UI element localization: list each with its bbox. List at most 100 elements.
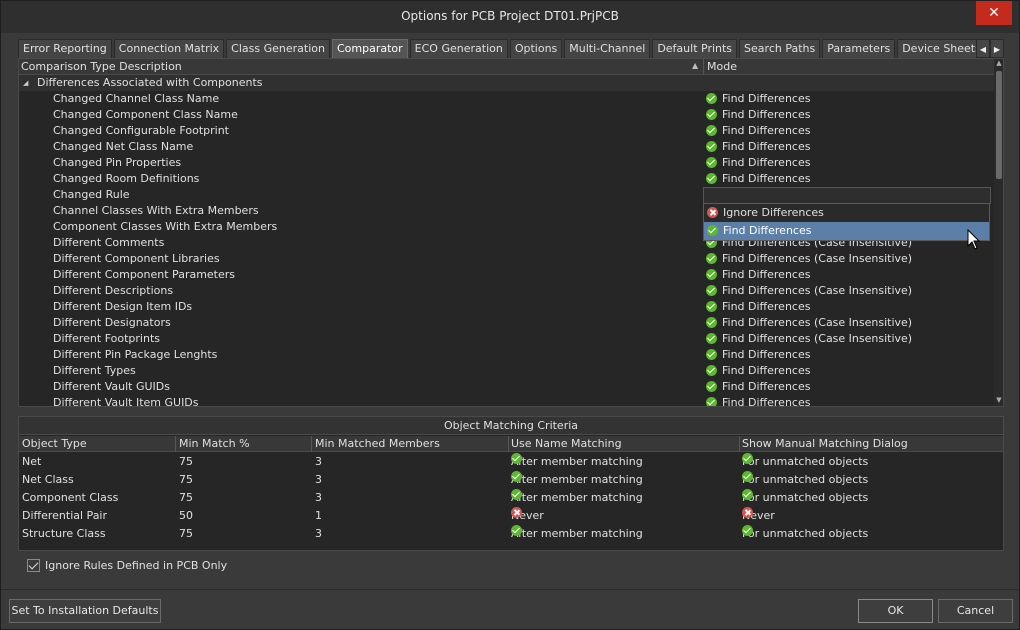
tab-comparator[interactable]: Comparator <box>331 39 408 58</box>
comparison-mode[interactable]: Find Differences (Case Insensitive) <box>706 315 912 331</box>
min-members-cell[interactable]: 3 <box>315 525 322 543</box>
tab-options[interactable]: Options <box>509 39 563 58</box>
tab-scroll-right-icon[interactable]: ▶ <box>990 39 1004 58</box>
manual-dialog-cell[interactable]: For unmatched objects <box>742 471 868 489</box>
cancel-button[interactable]: Cancel <box>938 599 1013 623</box>
tab-multi-channel[interactable]: Multi-Channel <box>564 39 651 58</box>
tab-device-sheets[interactable]: Device Sheets <box>897 39 986 58</box>
tab-search-paths[interactable]: Search Paths <box>739 39 821 58</box>
min-match-cell[interactable]: 50 <box>179 507 193 525</box>
comparison-row[interactable]: Different Component Libraries Find Differ… <box>19 251 994 267</box>
manual-dialog-cell[interactable]: Never <box>742 507 775 525</box>
comparison-mode[interactable]: Find Differences <box>706 91 810 107</box>
comparison-row[interactable]: Changed Pin Properties Find Differences <box>19 155 994 171</box>
scroll-thumb[interactable] <box>996 71 1002 179</box>
table-row[interactable]: Component Class 75 3 After member matching F… <box>19 489 1003 507</box>
checkbox-checked-icon[interactable] <box>27 559 40 572</box>
comparison-mode[interactable]: Find Differences <box>706 267 810 283</box>
table-row[interactable]: Differential Pair 50 1 Never Never <box>19 507 1003 525</box>
comparison-mode[interactable]: Find Differences (Case Insensitive) <box>706 331 912 347</box>
manual-dialog-cell[interactable]: For unmatched objects <box>742 525 868 543</box>
comparison-row[interactable]: Changed Room Definitions Find Differences <box>19 171 994 187</box>
column-divider[interactable] <box>311 436 312 452</box>
column-header-description[interactable]: Comparison Type Description <box>21 60 182 73</box>
comparison-row[interactable]: Different Design Item IDs Find Difference… <box>19 299 994 315</box>
group-row[interactable]: ◢ Differences Associated with Components <box>19 75 994 91</box>
collapse-triangle-icon[interactable]: ◢ <box>23 75 28 91</box>
comparison-mode[interactable]: Find Differences <box>706 123 810 139</box>
tab-connection-matrix[interactable]: Connection Matrix <box>113 39 225 58</box>
comparison-mode[interactable]: Find Differences (Case Insensitive) <box>706 251 912 267</box>
object-type-cell[interactable]: Net <box>22 453 41 471</box>
comparison-row[interactable]: Different Types Find Differences <box>19 363 994 379</box>
sort-ascending-icon[interactable]: ▲ <box>692 61 698 70</box>
set-defaults-button[interactable]: Set To Installation Defaults <box>9 599 161 623</box>
name-matching-cell[interactable]: Never <box>511 507 544 525</box>
manual-dialog-cell[interactable]: For unmatched objects <box>742 453 868 471</box>
column-divider[interactable] <box>508 436 509 452</box>
name-matching-cell[interactable]: After member matching <box>511 453 643 471</box>
column-header-name-matching[interactable]: Use Name Matching <box>511 436 622 452</box>
comparison-row[interactable]: Changed Component Class Name Find Differe… <box>19 107 994 123</box>
tab-default-prints[interactable]: Default Prints <box>652 39 738 58</box>
name-matching-cell[interactable]: After member matching <box>511 525 643 543</box>
comparison-row[interactable]: Different Pin Package Lenghts Find Differ… <box>19 347 994 363</box>
comparison-row[interactable]: Different Component Parameters Find Diffe… <box>19 267 994 283</box>
comparison-row[interactable]: Changed Configurable Footprint Find Diffe… <box>19 123 994 139</box>
object-type-cell[interactable]: Structure Class <box>22 525 106 543</box>
tab-scroll-left-icon[interactable]: ◀ <box>976 39 990 58</box>
min-match-cell[interactable]: 75 <box>179 525 193 543</box>
comparison-mode[interactable]: Find Differences <box>706 299 810 315</box>
scroll-down-icon[interactable]: ▼ <box>994 396 1003 406</box>
table-row[interactable]: Structure Class 75 3 After member matching F… <box>19 525 1003 543</box>
tab-class-generation[interactable]: Class Generation <box>226 39 330 58</box>
comparison-row[interactable]: Changed Net Class Name Find Differences <box>19 139 994 155</box>
min-members-cell[interactable]: 3 <box>315 453 322 471</box>
table-row[interactable]: Net Class 75 3 After member matching For unm… <box>19 471 1003 489</box>
mode-combobox[interactable] <box>703 187 991 204</box>
column-header-min-members[interactable]: Min Matched Members <box>315 436 440 452</box>
comparison-mode[interactable]: Find Differences <box>706 363 810 379</box>
dropdown-option[interactable]: Find Differences <box>704 222 989 240</box>
object-type-cell[interactable]: Differential Pair <box>22 507 107 525</box>
comparison-row[interactable]: Changed Channel Class Name Find Differenc… <box>19 91 994 107</box>
comparison-row[interactable]: Different Vault Item GUIDs Find Differenc… <box>19 395 994 406</box>
comparison-row[interactable]: Different Descriptions Find Differences (… <box>19 283 994 299</box>
comparison-mode[interactable]: Find Differences <box>706 107 810 123</box>
column-header-mode[interactable]: Mode <box>707 60 737 73</box>
min-members-cell[interactable]: 1 <box>315 507 322 525</box>
close-button[interactable]: ✕ <box>976 1 1012 25</box>
comparison-mode[interactable]: Find Differences <box>706 347 810 363</box>
ok-button[interactable]: OK <box>858 599 933 623</box>
object-type-cell[interactable]: Component Class <box>22 489 118 507</box>
column-divider[interactable] <box>739 436 740 452</box>
column-divider[interactable] <box>703 59 704 75</box>
min-match-cell[interactable]: 75 <box>179 453 193 471</box>
scroll-up-icon[interactable]: ▲ <box>994 59 1003 69</box>
comparison-row[interactable]: Different Designators Find Differences (C… <box>19 315 994 331</box>
comparison-mode[interactable]: Find Differences <box>706 155 810 171</box>
column-header-manual-dialog[interactable]: Show Manual Matching Dialog <box>742 436 908 452</box>
name-matching-cell[interactable]: After member matching <box>511 471 643 489</box>
manual-dialog-cell[interactable]: For unmatched objects <box>742 489 868 507</box>
column-divider[interactable] <box>175 436 176 452</box>
object-type-cell[interactable]: Net Class <box>22 471 74 489</box>
dropdown-option[interactable]: Ignore Differences <box>704 204 989 222</box>
column-header-object-type[interactable]: Object Type <box>22 436 87 452</box>
comparison-mode[interactable]: Find Differences <box>706 379 810 395</box>
name-matching-cell[interactable]: After member matching <box>511 489 643 507</box>
min-members-cell[interactable]: 3 <box>315 489 322 507</box>
comparison-row[interactable]: Different Vault GUIDs Find Differences <box>19 379 994 395</box>
tab-eco-generation[interactable]: ECO Generation <box>409 39 508 58</box>
min-match-cell[interactable]: 75 <box>179 471 193 489</box>
tab-parameters[interactable]: Parameters <box>822 39 896 58</box>
column-header-min-match[interactable]: Min Match % <box>179 436 250 452</box>
comparison-mode[interactable]: Find Differences <box>706 395 810 406</box>
min-match-cell[interactable]: 75 <box>179 489 193 507</box>
comparison-row[interactable]: Different Footprints Find Differences (Ca… <box>19 331 994 347</box>
vertical-scrollbar[interactable]: ▲ ▼ <box>994 59 1003 406</box>
comparison-mode[interactable]: Find Differences <box>706 171 810 187</box>
ignore-rules-checkbox[interactable]: Ignore Rules Defined in PCB Only <box>27 559 227 572</box>
comparison-mode[interactable]: Find Differences (Case Insensitive) <box>706 283 912 299</box>
min-members-cell[interactable]: 3 <box>315 471 322 489</box>
